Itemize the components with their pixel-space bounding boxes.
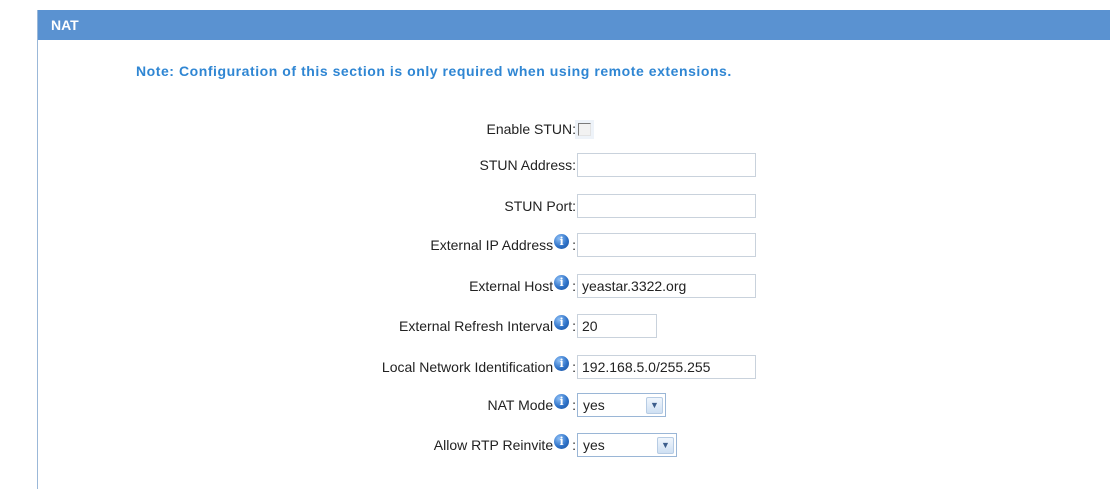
- allow-rtp-value: yes: [583, 437, 605, 453]
- external-host-label-wrap: External Host i :: [469, 272, 576, 300]
- external-ip-input[interactable]: [577, 233, 756, 257]
- row-allow-rtp: Allow RTP Reinvite i : yes ▼: [37, 431, 1110, 459]
- external-refresh-label-wrap: External Refresh Interval i :: [399, 312, 576, 340]
- stun-address-label: STUN Address:: [479, 157, 576, 173]
- info-icon[interactable]: i: [554, 233, 570, 249]
- external-refresh-label: External Refresh Interval: [399, 318, 554, 334]
- external-ip-control: [577, 231, 756, 259]
- nat-mode-control: yes ▼: [577, 391, 666, 419]
- local-network-label-wrap: Local Network Identification i :: [382, 353, 576, 381]
- info-icon[interactable]: i: [554, 355, 570, 371]
- enable-stun-label-wrap: Enable STUN:: [487, 115, 576, 143]
- allow-rtp-label: Allow RTP Reinvite: [433, 437, 554, 453]
- stun-port-label-wrap: STUN Port:: [504, 192, 576, 220]
- section-title: NAT: [51, 17, 79, 33]
- note-text: Note: Configuration of this section is o…: [136, 63, 732, 79]
- stun-address-label-wrap: STUN Address:: [480, 151, 576, 179]
- row-local-network: Local Network Identification i :: [37, 353, 1110, 381]
- stun-port-input[interactable]: [577, 194, 756, 218]
- info-icon[interactable]: i: [554, 274, 570, 290]
- info-icon[interactable]: i: [554, 314, 570, 330]
- local-network-input[interactable]: [577, 355, 756, 379]
- external-host-label: External Host: [469, 278, 554, 294]
- enable-stun-checkbox[interactable]: [578, 122, 591, 136]
- stun-address-input[interactable]: [577, 153, 756, 177]
- row-stun-port: STUN Port:: [37, 192, 1110, 220]
- stun-address-control: [577, 151, 756, 179]
- label-colon: :: [572, 437, 576, 453]
- nat-mode-select[interactable]: yes ▼: [577, 393, 666, 417]
- enable-stun-control: [577, 115, 591, 143]
- row-enable-stun: Enable STUN:: [37, 115, 1110, 143]
- section-header: NAT: [38, 10, 1110, 40]
- chevron-down-icon[interactable]: ▼: [646, 396, 663, 414]
- label-colon: :: [572, 397, 576, 413]
- stun-port-control: [577, 192, 756, 220]
- row-external-ip: External IP Address i :: [37, 231, 1110, 259]
- label-colon: :: [572, 278, 576, 294]
- allow-rtp-control: yes ▼: [577, 431, 677, 459]
- nat-mode-value: yes: [583, 397, 605, 413]
- external-host-input[interactable]: [577, 274, 756, 298]
- row-stun-address: STUN Address:: [37, 151, 1110, 179]
- nat-mode-label-wrap: NAT Mode i :: [487, 391, 576, 419]
- chevron-down-icon[interactable]: ▼: [657, 436, 674, 454]
- info-icon[interactable]: i: [554, 433, 570, 449]
- enable-stun-label: Enable STUN:: [486, 121, 576, 137]
- local-network-control: [577, 353, 756, 381]
- row-external-host: External Host i :: [37, 272, 1110, 300]
- external-ip-label: External IP Address: [430, 237, 554, 253]
- external-ip-label-wrap: External IP Address i :: [430, 231, 576, 259]
- allow-rtp-select[interactable]: yes ▼: [577, 433, 677, 457]
- external-refresh-control: [577, 312, 657, 340]
- allow-rtp-label-wrap: Allow RTP Reinvite i :: [434, 431, 576, 459]
- external-refresh-input[interactable]: [577, 314, 657, 338]
- info-icon[interactable]: i: [554, 393, 570, 409]
- nat-mode-label: NAT Mode: [487, 397, 554, 413]
- stun-port-label: STUN Port:: [504, 198, 576, 214]
- row-nat-mode: NAT Mode i : yes ▼: [37, 391, 1110, 419]
- external-host-control: [577, 272, 756, 300]
- row-external-refresh: External Refresh Interval i :: [37, 312, 1110, 340]
- label-colon: :: [572, 237, 576, 253]
- label-colon: :: [572, 359, 576, 375]
- local-network-label: Local Network Identification: [381, 359, 554, 375]
- label-colon: :: [572, 318, 576, 334]
